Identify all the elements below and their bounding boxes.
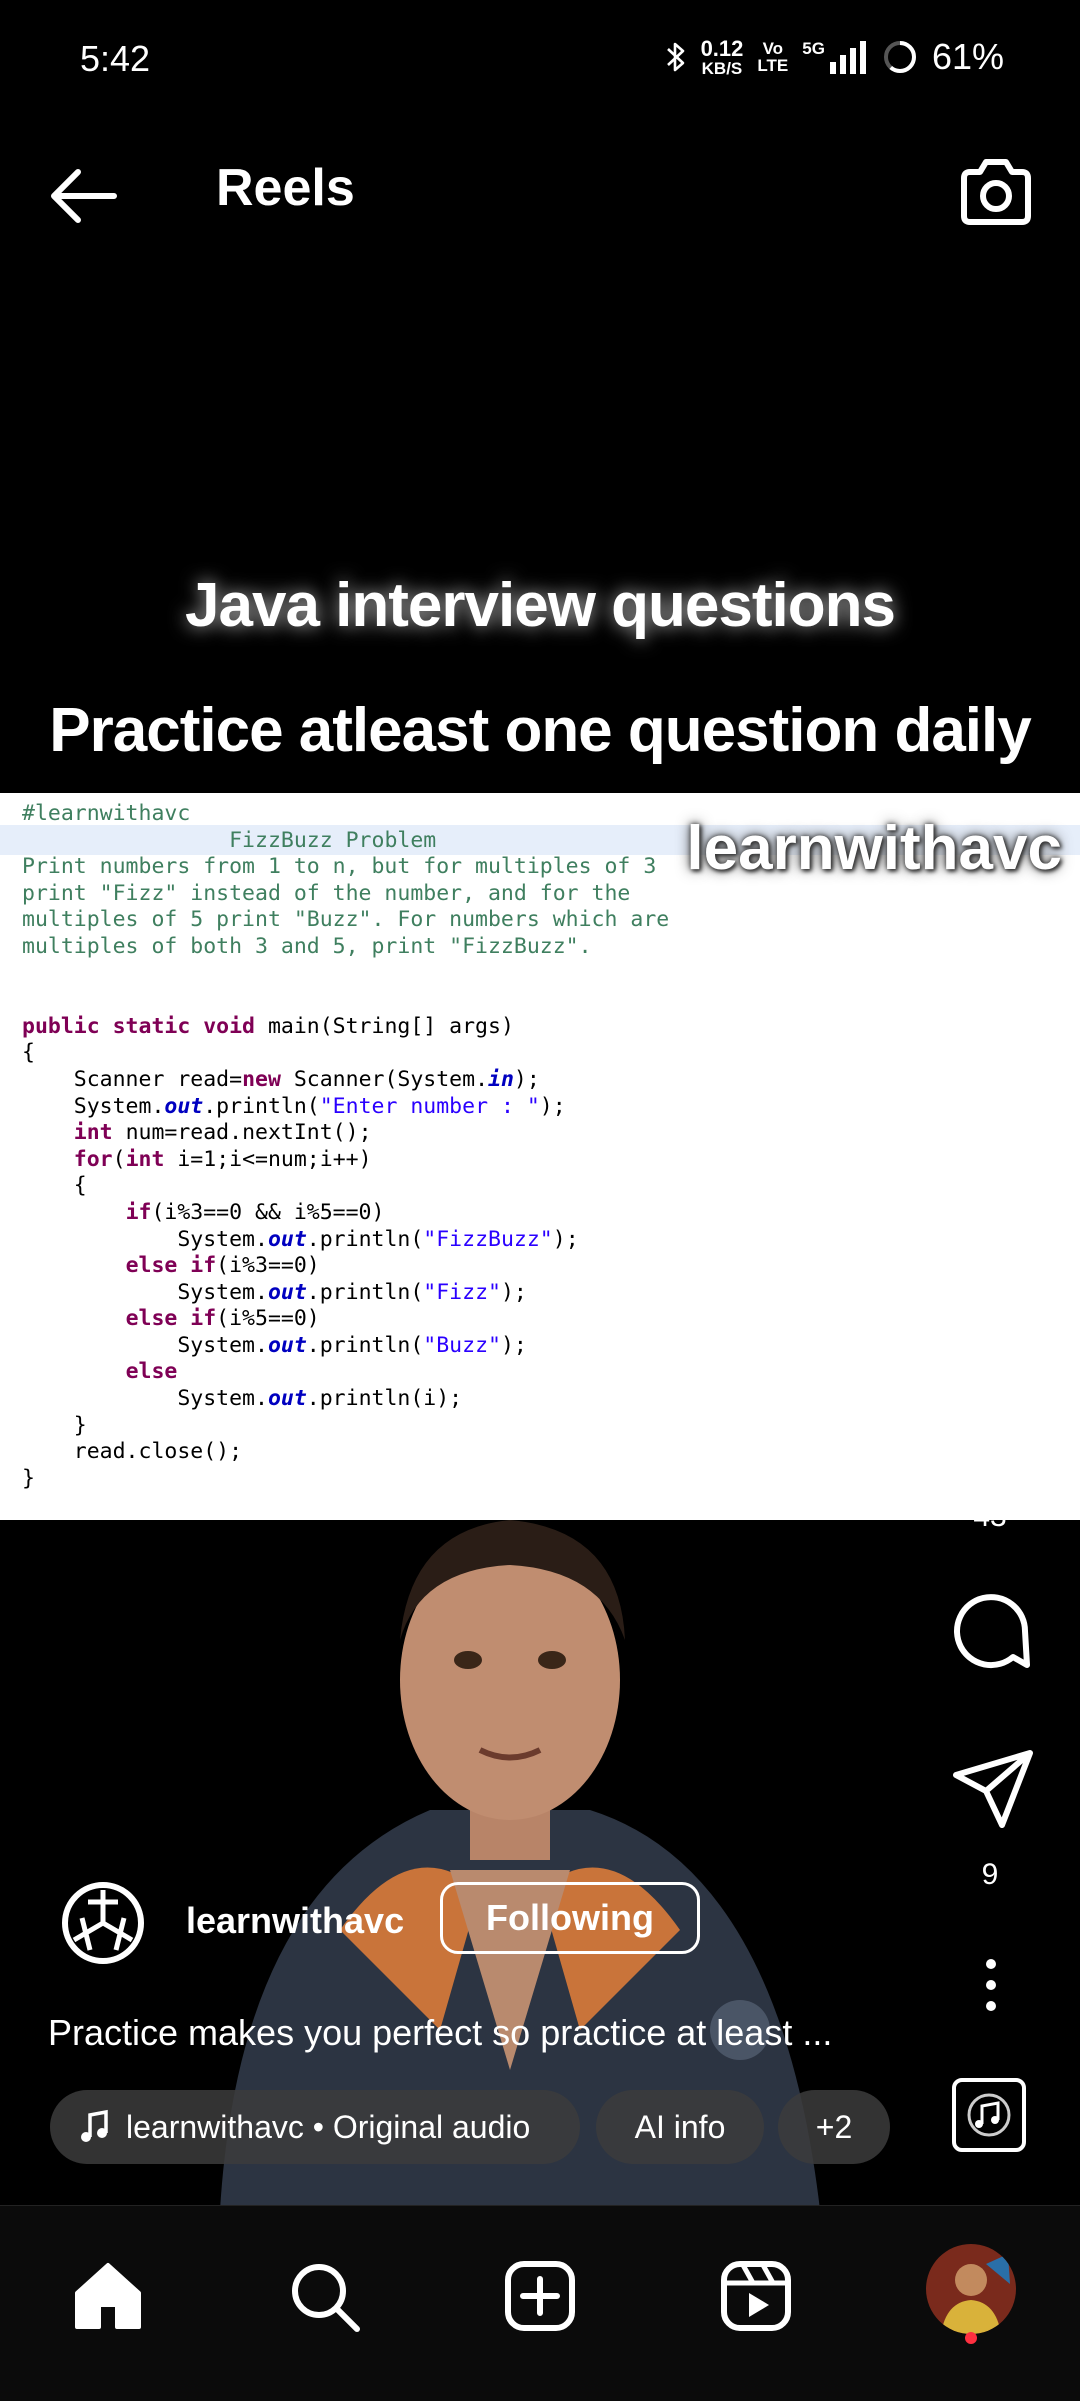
video-caption-title: Java interview questions xyxy=(185,571,896,640)
battery-percent: 61% xyxy=(931,36,1004,77)
music-note-icon xyxy=(81,2109,108,2142)
comment-icon xyxy=(954,1594,1030,1669)
camera-button[interactable] xyxy=(954,150,1038,234)
creator-username[interactable]: learnwithavc xyxy=(186,1900,404,1942)
code-screenshot: #learnwithavc FizzBuzz Problem Print num… xyxy=(0,793,1080,1520)
video-caption-subtitle: Practice atleast one question daily xyxy=(49,696,1031,765)
more-tags-chip[interactable]: +2 xyxy=(778,2090,890,2164)
more-vertical-icon xyxy=(986,1959,996,2011)
like-count: 43 xyxy=(973,1500,1007,1533)
back-button[interactable] xyxy=(44,164,124,228)
following-button[interactable]: Following xyxy=(440,1882,700,1954)
volte-indicator: Vo LTE xyxy=(757,39,789,75)
nav-home[interactable] xyxy=(58,2246,158,2346)
nav-search[interactable] xyxy=(274,2246,374,2346)
net-speed: 0.12 KB/S xyxy=(700,35,744,78)
signal-icon xyxy=(829,41,866,74)
share-count: 9 xyxy=(981,1858,999,1891)
plus-square-icon xyxy=(505,2261,575,2331)
profile-avatar xyxy=(926,2244,1016,2334)
bottom-nav xyxy=(0,2205,1080,2401)
search-icon xyxy=(292,2264,360,2332)
audio-disc-icon xyxy=(967,2093,1011,2137)
watermark: learnwithavc xyxy=(686,814,1062,883)
audio-chip[interactable]: learnwithavc • Original audio xyxy=(50,2090,580,2164)
status-icons: 0.12 KB/S Vo LTE 5G 61% xyxy=(665,36,1004,78)
ai-info-chip[interactable]: AI info xyxy=(596,2090,764,2164)
share-button[interactable] xyxy=(950,1745,1038,1833)
profile-notification-dot xyxy=(965,2332,977,2344)
creator-logo-icon xyxy=(62,1882,144,1964)
nav-create[interactable] xyxy=(490,2246,590,2346)
battery-ring-icon xyxy=(883,41,916,73)
comment-button[interactable] xyxy=(945,1585,1037,1677)
code-desc-line: print "Fizz" instead of the number, and … xyxy=(22,880,631,906)
header: Reels xyxy=(0,140,1080,250)
code-desc-line: multiples of 5 print "Buzz". For numbers… xyxy=(22,907,670,933)
post-description[interactable]: Practice makes you perfect so practice a… xyxy=(48,2012,832,2054)
creator-avatar[interactable] xyxy=(60,1880,146,1966)
audio-thumbnail-button[interactable] xyxy=(952,2078,1026,2152)
page-title: Reels xyxy=(216,159,355,217)
code-block: #learnwithavc FizzBuzz Problem Print num… xyxy=(22,801,670,1491)
nav-reels[interactable] xyxy=(706,2246,806,2346)
signal-indicator: 5G xyxy=(802,40,868,74)
more-options-button[interactable] xyxy=(966,1950,1016,2020)
reels-icon xyxy=(721,2261,791,2331)
code-problem-title: FizzBuzz Problem xyxy=(229,827,437,853)
bluetooth-icon xyxy=(666,42,684,72)
status-time: 5:42 xyxy=(80,38,151,79)
home-icon xyxy=(75,2263,141,2329)
paper-plane-icon xyxy=(953,1750,1033,1828)
audio-chip-label: learnwithavc • Original audio xyxy=(126,2108,531,2145)
code-desc-line: Print numbers from 1 to n, but for multi… xyxy=(22,854,657,880)
nav-profile[interactable] xyxy=(926,2244,1016,2334)
camera-icon xyxy=(961,159,1031,225)
arrow-left-icon xyxy=(51,169,117,223)
status-bar: 5:42 0.12 KB/S Vo LTE 5G 61% xyxy=(0,0,1080,120)
code-hashtag: #learnwithavc xyxy=(22,801,191,826)
code-desc-line: multiples of both 3 and 5, print "FizzBu… xyxy=(22,933,592,959)
